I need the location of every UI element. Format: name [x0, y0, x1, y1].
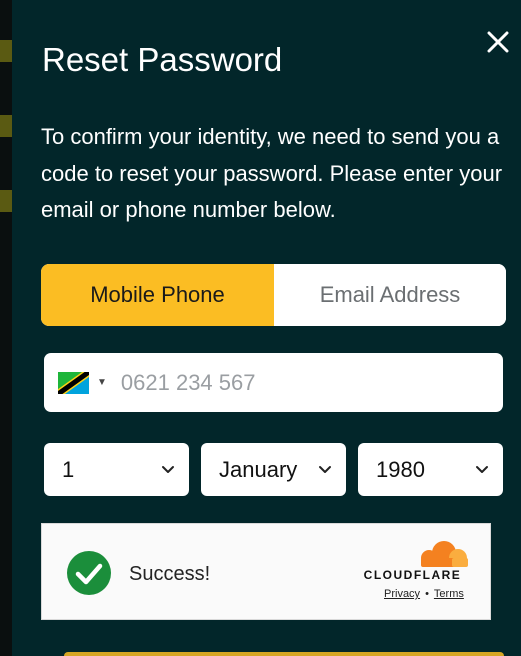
- check-circle-icon: [67, 551, 111, 595]
- chevron-down-icon: [319, 465, 331, 473]
- phone-number-input[interactable]: [118, 361, 483, 404]
- birth-month-select[interactable]: January: [201, 443, 346, 496]
- close-icon: [487, 31, 509, 53]
- birth-month-value: January: [219, 456, 298, 482]
- birth-year-value: 1980: [376, 456, 425, 482]
- privacy-link[interactable]: Privacy: [384, 588, 420, 600]
- chevron-down-icon: [476, 465, 488, 473]
- modal-description: To confirm your identity, we need to sen…: [41, 124, 503, 222]
- chevron-down-icon: [162, 465, 174, 473]
- birth-day-value: 1: [62, 456, 75, 482]
- cloudflare-cloud-icon: [421, 541, 468, 567]
- birth-year-select[interactable]: 1980: [358, 443, 503, 496]
- caret-down-icon: ▼: [97, 377, 107, 388]
- cloudflare-wordmark: CLOUDFLARE: [363, 568, 462, 582]
- terms-link[interactable]: Terms: [434, 588, 464, 600]
- tanzania-flag-icon: [58, 371, 89, 394]
- reset-password-modal: Reset Password To confirm your identity,…: [12, 0, 521, 656]
- country-code-select[interactable]: ▼: [58, 371, 107, 394]
- link-separator: •: [425, 588, 429, 600]
- tab-email-address[interactable]: Email Address: [274, 264, 506, 326]
- captcha-links: Privacy • Terms: [384, 588, 464, 600]
- submit-button-edge[interactable]: [64, 652, 504, 656]
- phone-field: ▼: [44, 353, 503, 412]
- contact-method-tabs: Mobile Phone Email Address: [41, 264, 506, 326]
- modal-title: Reset Password: [42, 41, 283, 78]
- birth-day-select[interactable]: 1: [44, 443, 189, 496]
- close-button[interactable]: [484, 28, 512, 56]
- tab-mobile-phone[interactable]: Mobile Phone: [41, 264, 274, 326]
- captcha-status: Success!: [129, 563, 211, 585]
- cloudflare-captcha-widget: Success! CLOUDFLARE Privacy • Terms: [41, 523, 491, 620]
